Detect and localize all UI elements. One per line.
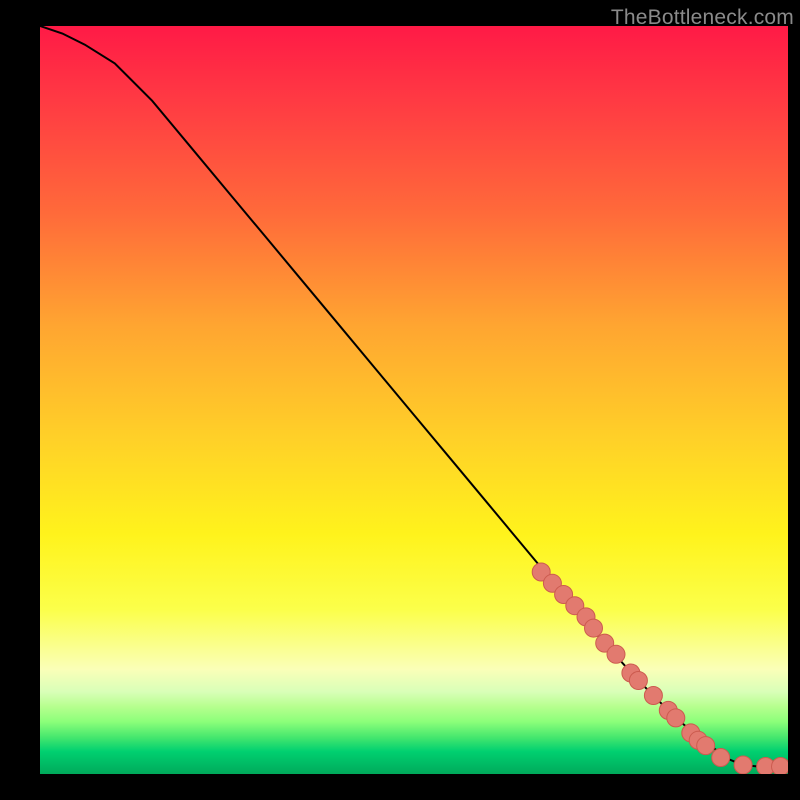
chart-frame: TheBottleneck.com <box>0 0 800 800</box>
plot-area <box>40 26 788 774</box>
data-point <box>712 749 730 767</box>
watermark-text: TheBottleneck.com <box>611 6 794 30</box>
bottleneck-curve <box>40 26 788 767</box>
data-point <box>629 672 647 690</box>
data-point <box>585 619 603 637</box>
data-point <box>734 756 752 774</box>
data-point <box>644 687 662 705</box>
data-points <box>532 563 788 774</box>
data-point <box>697 737 715 755</box>
data-point <box>607 645 625 663</box>
curve-layer <box>40 26 788 774</box>
data-point <box>772 758 789 775</box>
data-point <box>667 709 685 727</box>
